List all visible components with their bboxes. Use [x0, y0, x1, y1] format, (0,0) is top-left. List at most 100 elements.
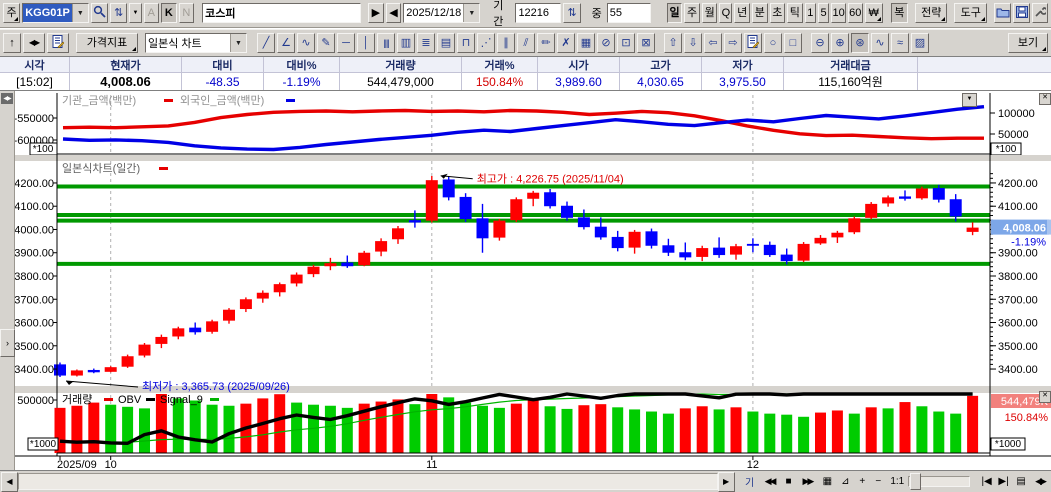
period-count-input[interactable]	[515, 3, 561, 23]
regression-line-icon-button[interactable]: ⋰	[477, 33, 495, 53]
ruler-icon-button[interactable]: 기	[741, 473, 759, 491]
fast-forward-icon-button[interactable]: ▶▶	[796, 473, 818, 491]
stock-type-menu-button[interactable]: 주	[3, 3, 20, 23]
wave-icon-button[interactable]: ∿	[871, 33, 889, 53]
invert-chart-icon-button[interactable]: ▨	[911, 33, 929, 53]
parallel-lines-icon-button[interactable]: ∥	[497, 33, 515, 53]
search-icon-button[interactable]	[91, 3, 108, 23]
close-volume-panel-icon[interactable]: ✕	[1039, 391, 1051, 403]
tf-tick-button[interactable]: 틱	[787, 3, 803, 23]
next-item-button[interactable]: ▶	[368, 3, 384, 23]
sort-order-dropdown[interactable]: ▼	[129, 3, 141, 23]
chevron-down-icon[interactable]: ▼	[230, 34, 246, 52]
dense-lines-icon-button[interactable]: ▥	[397, 33, 415, 53]
horizontal-line-icon-button[interactable]: ─	[337, 33, 355, 53]
tf-minute-button[interactable]: 분	[752, 3, 768, 23]
tf-1-button[interactable]: 1	[805, 3, 816, 23]
arrow-up-icon-button[interactable]: ⇧	[664, 33, 682, 53]
boxed-lines-icon-button[interactable]: ▤	[437, 33, 455, 53]
chart-style-combo[interactable]: 일본식 차트▼	[145, 33, 247, 53]
tf-5-button[interactable]: 5	[818, 3, 829, 23]
save-chart-icon-button[interactable]	[1013, 3, 1030, 23]
trendline-icon-button[interactable]: ╱	[257, 33, 275, 53]
zoom-slider[interactable]	[908, 476, 970, 487]
zoom-out-flat-button[interactable]: −	[870, 473, 886, 491]
memo-edit-icon-button[interactable]: ▤	[1012, 473, 1030, 491]
arrow-down-icon-button[interactable]: ⇩	[684, 33, 702, 53]
fan-line-icon-button[interactable]: ∿	[297, 33, 315, 53]
rect-shape-icon-button[interactable]: □	[784, 33, 802, 53]
close-flow-panel-icon[interactable]: ✕	[1039, 93, 1051, 105]
market-a-button[interactable]: A	[144, 3, 160, 23]
chart-settings-icon-button[interactable]	[47, 33, 69, 53]
flow-panel-dropdown-icon[interactable]: ▼	[962, 93, 977, 107]
zoom-out-icon-button[interactable]: ⊖	[811, 33, 829, 53]
waves-compare-icon-button[interactable]: ≈	[891, 33, 909, 53]
period-grid-icon-button[interactable]: ▦	[818, 473, 836, 491]
panel-splitter[interactable]	[14, 155, 1051, 161]
delete-tool-icon-button[interactable]: ✗	[557, 33, 575, 53]
memo-note-icon-button[interactable]	[744, 33, 762, 53]
date-combo[interactable]: 2025/12/18▼	[403, 3, 480, 23]
expand-period-icon-button[interactable]: ⇅	[563, 3, 580, 23]
chevron-down-icon[interactable]: ▼	[463, 4, 479, 22]
zoom-slider-thumb[interactable]	[910, 473, 921, 490]
hscroll-track[interactable]	[18, 473, 718, 490]
rewind-icon-button[interactable]: ◀◀	[759, 473, 781, 491]
scroll-up-button[interactable]: ↑	[3, 33, 21, 53]
stop-icon-button[interactable]: ■	[781, 473, 797, 491]
color-palette-icon-button[interactable]: ▦	[577, 33, 595, 53]
tf-60-button[interactable]: 60	[848, 3, 863, 23]
chart-canvas[interactable]: 기관_금액(백만)외국인_금액(백만)-550000-6000001000005…	[14, 91, 1051, 471]
restore-chart-button[interactable]: 복	[891, 3, 908, 23]
tf-second-button[interactable]: 초	[770, 3, 786, 23]
chevron-down-icon[interactable]: ▼	[72, 4, 88, 22]
eraser-icon-button[interactable]: ⊘	[597, 33, 615, 53]
stock-name-input[interactable]	[202, 3, 361, 23]
tf-day-button[interactable]: 일	[667, 3, 683, 23]
tf-quarter-button[interactable]: Q	[719, 3, 732, 23]
hscroll-right-button[interactable]: ▶	[718, 472, 735, 492]
visible-count-input[interactable]	[607, 3, 651, 23]
scroll-lr-button[interactable]: ◀▶	[23, 33, 45, 53]
vertical-line-icon-button[interactable]: │	[357, 33, 375, 53]
select-region-icon-button[interactable]: ⊡	[617, 33, 635, 53]
pencil-icon-button[interactable]: ✏	[537, 33, 555, 53]
horizontal-grid-icon-button[interactable]: ≣	[417, 33, 435, 53]
brush-icon-button[interactable]: ✎	[317, 33, 335, 53]
price-scrollbar-thumb[interactable]	[1047, 220, 1051, 235]
tf-month-button[interactable]: 월	[702, 3, 718, 23]
arrow-left-icon-button[interactable]: ⇦	[704, 33, 722, 53]
go-first-button[interactable]: |◀	[978, 473, 995, 491]
prev-item-button[interactable]: ◀	[386, 3, 402, 23]
auto-scale-icon-button[interactable]: ⊿	[836, 473, 854, 491]
hatch-lines-icon-button[interactable]: ⫽	[517, 33, 535, 53]
angle-line-icon-button[interactable]: ∠	[277, 33, 295, 53]
open-chart-icon-button[interactable]	[994, 3, 1011, 23]
currency-menu-button[interactable]: ₩	[865, 3, 883, 23]
view-menu-button[interactable]: 보기	[1008, 33, 1048, 53]
hscroll-left-button[interactable]: ◀	[1, 472, 18, 492]
market-k-button[interactable]: K	[161, 3, 177, 23]
circle-shape-icon-button[interactable]: ○	[764, 33, 782, 53]
zoom-area-icon-button[interactable]: ⊛	[851, 33, 869, 53]
hsplit-icon-button[interactable]: ◀▶	[1030, 473, 1050, 491]
tools-menu-button[interactable]: 도구	[954, 3, 986, 23]
tf-week-button[interactable]: 주	[684, 3, 700, 23]
go-last-button[interactable]: ▶|	[995, 473, 1012, 491]
zoom-in-flat-button[interactable]: +	[854, 473, 870, 491]
strategy-menu-button[interactable]: 전략	[915, 3, 947, 23]
tf-10-button[interactable]: 10	[831, 3, 846, 23]
settings-wrench-icon-button[interactable]	[1032, 3, 1048, 23]
sort-order-icon-button[interactable]: ⇅	[110, 3, 127, 23]
delete-all-icon-button[interactable]: ⊠	[637, 33, 655, 53]
vertical-lines-icon-button[interactable]: ||||	[377, 33, 395, 53]
stock-code-combo[interactable]: KGG01P▼	[22, 3, 89, 23]
expand-left-panel-button[interactable]: ›	[0, 329, 15, 357]
tf-year-button[interactable]: 년	[734, 3, 750, 23]
channel-icon-button[interactable]: ⊓	[457, 33, 475, 53]
ratio-1to1-button[interactable]: 1:1	[886, 473, 908, 491]
zoom-chart-icon-button[interactable]: ⊕	[831, 33, 849, 53]
panel-drag-handle[interactable]: ◀▶	[1, 93, 13, 104]
price-indicator-menu-button[interactable]: 가격지표	[76, 33, 138, 53]
